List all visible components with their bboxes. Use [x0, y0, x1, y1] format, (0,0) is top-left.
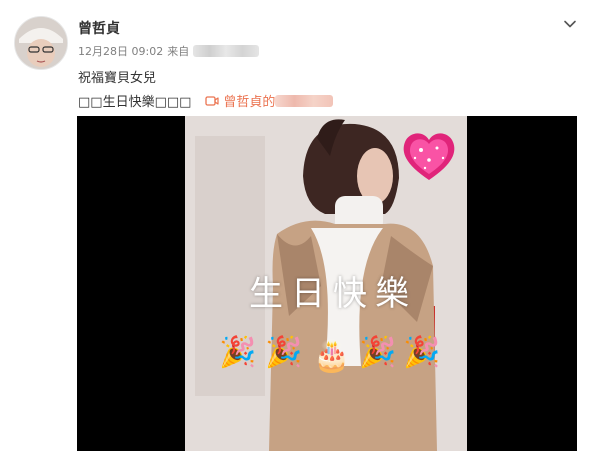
- username[interactable]: 曾哲貞: [78, 18, 120, 38]
- video-player[interactable]: 生日快樂 🎉 🎉 🎂 🎉 🎉: [77, 116, 577, 451]
- birthday-overlay-text: 生日快樂: [249, 274, 417, 314]
- party-popper-sticker: 🎉: [403, 335, 441, 370]
- post-text-line1: 祝福寶貝女兒: [78, 71, 157, 86]
- source-redacted: [193, 45, 260, 57]
- video-camera-icon: [205, 95, 220, 106]
- timestamp[interactable]: 12月28日 09:02: [78, 43, 163, 59]
- video-link[interactable]: 曾哲貞的: [205, 91, 334, 110]
- link-redacted: [275, 94, 334, 107]
- avatar-image: [15, 17, 67, 69]
- birthday-cake-sticker: 🎂: [313, 339, 351, 374]
- party-popper-sticker: 🎉: [359, 335, 397, 370]
- avatar[interactable]: [14, 16, 68, 70]
- post-text-line2: □□生日快樂□□□ 曾哲貞的: [78, 91, 334, 110]
- source-prefix: 来自: [167, 45, 190, 58]
- chevron-down-icon[interactable]: [562, 16, 578, 32]
- party-popper-sticker: 🎉: [265, 335, 303, 370]
- video-link-label: 曾哲貞的: [223, 95, 276, 110]
- party-popper-sticker: 🎉: [219, 335, 257, 370]
- video-frame: 生日快樂 🎉 🎉 🎂 🎉 🎉: [185, 116, 467, 451]
- glitter-heart-sticker: [403, 133, 455, 180]
- post-meta: 12月28日 09:02 来自: [78, 43, 260, 59]
- post-text-birthday: □□生日快樂□□□: [78, 95, 192, 110]
